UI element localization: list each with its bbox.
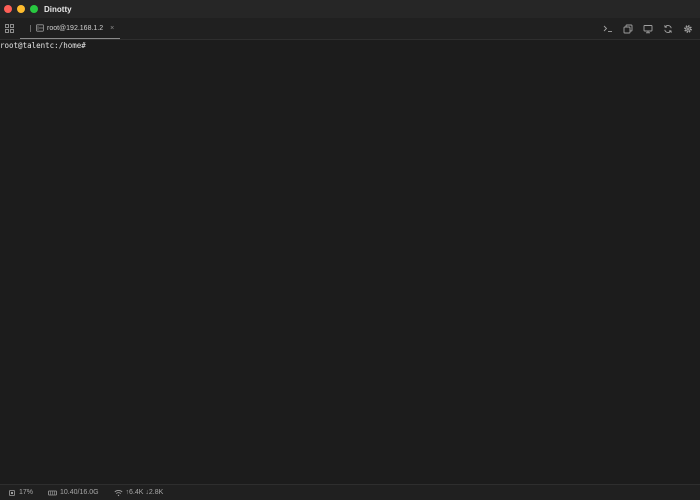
cpu-usage-value: 17% — [19, 489, 34, 496]
tab-label: root@192.168.1.2 — [47, 24, 104, 32]
settings-gear-icon — [684, 24, 692, 33]
network-usage: ↑6.4K ↓2.8K — [114, 489, 164, 497]
server-icon — [36, 24, 44, 32]
maximize-window-button[interactable] — [30, 5, 38, 13]
memory-icon — [48, 490, 57, 495]
terminal-prompt-icon — [603, 25, 612, 32]
copy-windows-icon — [623, 24, 633, 33]
settings-button[interactable] — [678, 18, 698, 39]
window-controls — [4, 5, 43, 13]
terminal-prompt-text: root@talentc:/home# — [0, 41, 86, 50]
toolbar-right — [598, 18, 698, 39]
session-grid-button[interactable] — [0, 18, 18, 39]
app-title: Dinotty — [44, 4, 72, 14]
cpu-usage: 17% — [8, 489, 33, 497]
wifi-icon — [114, 489, 123, 496]
tab-session[interactable]: root@192.168.1.2 × — [20, 18, 121, 39]
terminal-output[interactable]: root@talentc:/home# — [0, 40, 700, 484]
network-usage-value: ↑6.4K ↓2.8K — [125, 489, 164, 496]
display-button[interactable] — [638, 18, 658, 39]
app-window: Dinotty root@192.168.1.2 × root@talentc:… — [0, 0, 700, 500]
reconnect-button[interactable] — [658, 18, 678, 39]
tab-divider — [30, 24, 31, 32]
terminal-prompt-line: root@talentc:/home# — [0, 41, 700, 51]
close-window-button[interactable] — [4, 5, 12, 13]
minimize-window-button[interactable] — [17, 5, 25, 13]
duplicate-session-button[interactable] — [618, 18, 638, 39]
tab-bar: root@192.168.1.2 × — [0, 18, 700, 40]
new-terminal-button[interactable] — [598, 18, 618, 39]
cpu-icon — [9, 489, 15, 496]
grid-icon — [4, 24, 14, 33]
title-bar: Dinotty — [0, 0, 700, 18]
terminal-cursor — [86, 41, 90, 49]
status-bar: 17% 10.40/16.0G ↑6.4K ↓2.8K — [0, 484, 700, 500]
refresh-icon — [664, 24, 672, 33]
memory-usage-value: 10.40/16.0G — [60, 489, 99, 496]
monitor-icon — [643, 24, 653, 33]
tab-close-icon[interactable]: × — [110, 25, 114, 32]
memory-usage: 10.40/16.0G — [48, 489, 99, 497]
